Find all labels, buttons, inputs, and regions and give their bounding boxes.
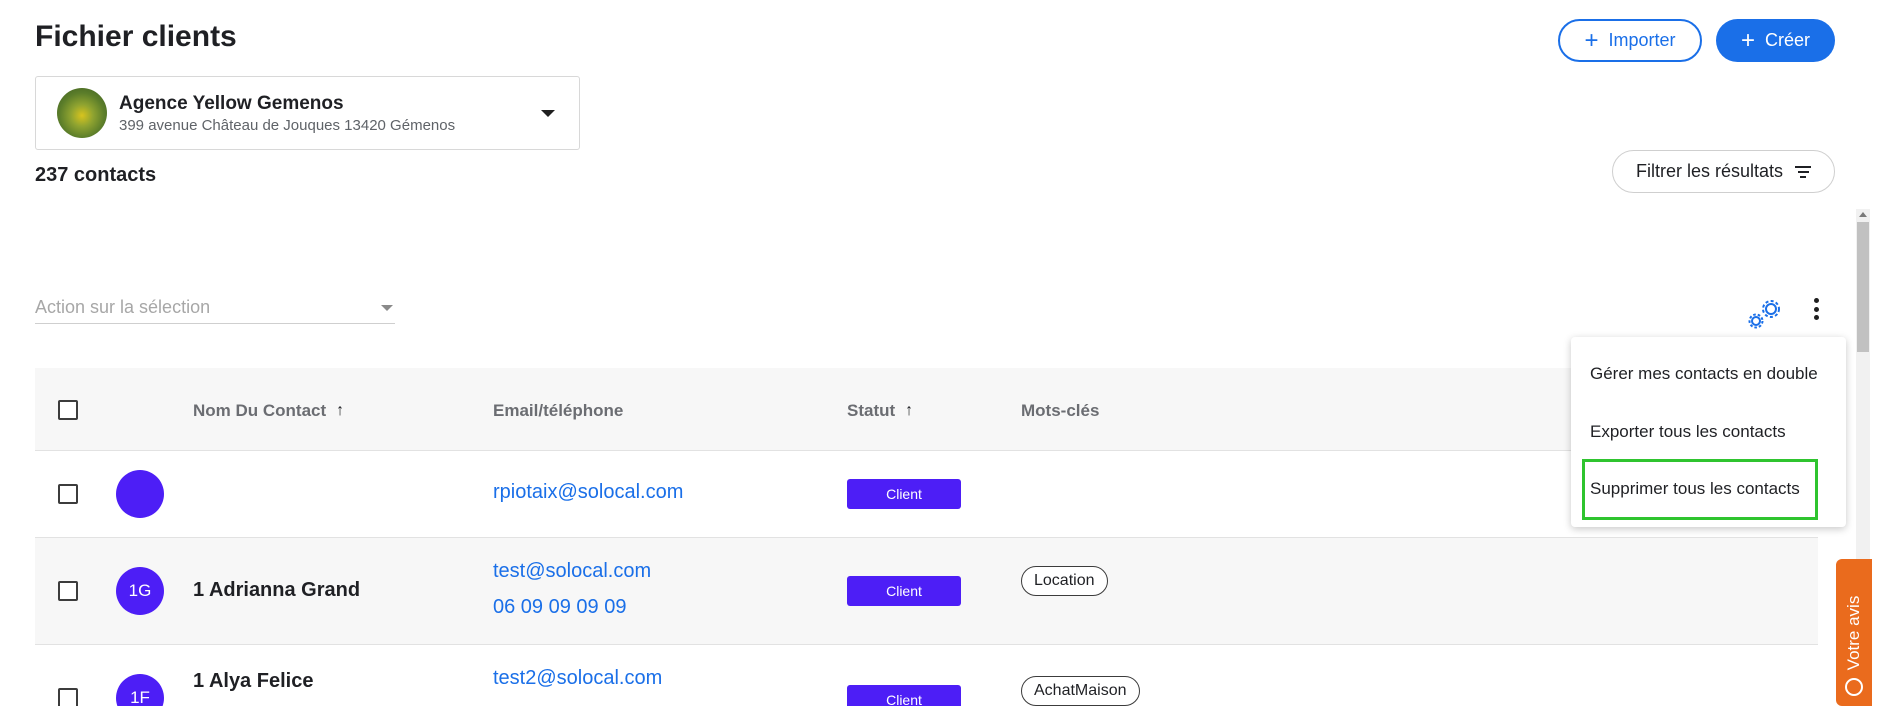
contacts-count: 237 contacts bbox=[35, 164, 157, 186]
menu-item-manage-duplicates[interactable]: Gérer mes contacts en double bbox=[1590, 364, 1818, 384]
contacts-table: Nom Du Contact ↑ Email/téléphone Statut … bbox=[35, 368, 1818, 706]
highlight-box bbox=[1582, 459, 1818, 520]
select-all-checkbox[interactable] bbox=[58, 400, 78, 420]
filter-button[interactable]: Filtrer les résultats bbox=[1612, 150, 1835, 193]
feedback-tab[interactable]: Votre avis bbox=[1836, 559, 1872, 706]
column-header-email: Email/téléphone bbox=[493, 401, 624, 420]
menu-item-export-all[interactable]: Exporter tous les contacts bbox=[1590, 422, 1786, 442]
action-select-placeholder: Action sur la sélection bbox=[35, 296, 211, 317]
table-row[interactable]: 1G 1 Adrianna Grand test@solocal.com 06 … bbox=[35, 538, 1818, 645]
status-badge: Client bbox=[847, 479, 961, 509]
row-checkbox[interactable] bbox=[58, 688, 78, 706]
more-options-icon[interactable] bbox=[1806, 296, 1826, 322]
plus-icon: + bbox=[1740, 26, 1755, 54]
contact-email[interactable]: test@solocal.com bbox=[493, 560, 651, 583]
import-button[interactable]: + Importer bbox=[1558, 19, 1702, 62]
plus-icon: + bbox=[1584, 26, 1599, 54]
contact-name[interactable]: 1 Alya Felice bbox=[193, 670, 313, 693]
agency-address: 399 avenue Château de Jouques 13420 Géme… bbox=[119, 116, 456, 134]
status-badge: Client bbox=[847, 576, 961, 606]
contact-email[interactable]: rpiotaix@solocal.com bbox=[493, 481, 683, 504]
column-header-status[interactable]: Statut ↑ bbox=[847, 401, 913, 421]
agency-name: Agence Yellow Gemenos bbox=[119, 92, 344, 114]
avatar: 1F bbox=[116, 674, 164, 706]
column-header-keywords: Mots-clés bbox=[1021, 401, 1100, 420]
scroll-up-arrow[interactable] bbox=[1859, 212, 1867, 217]
page-title: Fichier clients bbox=[35, 20, 237, 53]
chevron-down-icon bbox=[381, 305, 393, 311]
arrow-up-icon: ↑ bbox=[905, 402, 914, 419]
gears-icon[interactable] bbox=[1745, 296, 1785, 332]
import-label: Importer bbox=[1608, 30, 1676, 50]
contact-name[interactable]: 1 Adrianna Grand bbox=[193, 579, 360, 602]
avatar: 1G bbox=[116, 567, 164, 615]
status-badge: Client bbox=[847, 685, 961, 706]
feedback-label: Votre avis bbox=[1844, 595, 1863, 670]
row-checkbox[interactable] bbox=[58, 581, 78, 601]
create-button[interactable]: + Créer bbox=[1716, 19, 1835, 62]
table-row[interactable]: rpiotaix@solocal.com Client bbox=[35, 451, 1818, 538]
avatar bbox=[116, 470, 164, 518]
keyword-tag: Location bbox=[1021, 566, 1108, 596]
scrollbar-thumb[interactable] bbox=[1857, 222, 1869, 352]
column-header-name[interactable]: Nom Du Contact ↑ bbox=[193, 401, 344, 421]
create-label: Créer bbox=[1765, 30, 1811, 50]
more-options-menu: Gérer mes contacts en double Exporter to… bbox=[1571, 337, 1846, 527]
chevron-down-icon bbox=[541, 110, 555, 117]
filter-icon bbox=[1795, 165, 1812, 178]
feedback-icon bbox=[1845, 678, 1863, 696]
contact-phone[interactable]: 06 09 09 09 09 bbox=[493, 596, 626, 619]
agency-avatar bbox=[57, 88, 107, 138]
agency-selector[interactable]: Agence Yellow Gemenos 399 avenue Château… bbox=[35, 76, 580, 150]
table-row[interactable]: 1F 1 Alya Felice test2@solocal.com Clien… bbox=[35, 645, 1818, 706]
table-header: Nom Du Contact ↑ Email/téléphone Statut … bbox=[35, 368, 1818, 451]
keyword-tag: AchatMaison bbox=[1021, 676, 1140, 706]
action-select[interactable]: Action sur la sélection bbox=[35, 291, 395, 324]
contact-email[interactable]: test2@solocal.com bbox=[493, 667, 662, 690]
arrow-up-icon: ↑ bbox=[336, 402, 345, 419]
row-checkbox[interactable] bbox=[58, 484, 78, 504]
filter-label: Filtrer les résultats bbox=[1635, 161, 1784, 181]
